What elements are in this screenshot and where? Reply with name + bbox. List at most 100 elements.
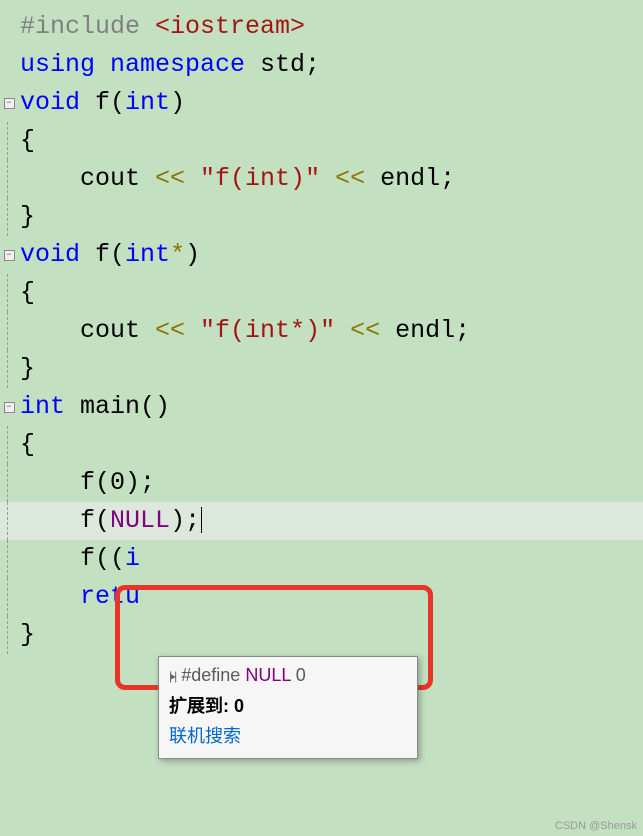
string-literal: "f(int*)" xyxy=(200,316,335,345)
keyword-int: int xyxy=(125,240,170,269)
function-call: f xyxy=(80,544,95,573)
indent xyxy=(20,544,80,573)
paren: ( xyxy=(95,506,110,535)
define-keyword: #define xyxy=(181,665,245,685)
identifier: cout xyxy=(80,164,155,193)
function-name: main xyxy=(65,392,140,421)
preproc-directive: #include xyxy=(20,12,155,41)
online-search-link[interactable]: 联机搜索 xyxy=(169,722,407,748)
operator: << xyxy=(320,164,380,193)
code-line[interactable]: f(0); xyxy=(0,464,643,502)
brace: } xyxy=(20,620,35,649)
indent xyxy=(20,164,80,193)
indent-guide xyxy=(7,122,8,160)
code-editor[interactable]: #include <iostream> using namespace std;… xyxy=(0,0,643,654)
code-line-current[interactable]: f(NULL); xyxy=(0,502,643,540)
paren: (( xyxy=(95,544,125,573)
code-line[interactable]: { xyxy=(0,274,643,312)
include-header: <iostream> xyxy=(155,12,305,41)
indent-guide xyxy=(7,502,8,540)
identifier: endl xyxy=(380,164,440,193)
code-line[interactable]: −void f(int) xyxy=(0,84,643,122)
code-line[interactable]: −int main() xyxy=(0,388,643,426)
code-line[interactable]: } xyxy=(0,198,643,236)
indent-guide xyxy=(7,198,8,236)
operator: << xyxy=(155,316,200,345)
expand-label: 扩展到: xyxy=(169,696,234,716)
indent-guide xyxy=(7,616,8,654)
code-line[interactable]: } xyxy=(0,350,643,388)
call-args: (0); xyxy=(95,468,155,497)
code-line[interactable]: using namespace std; xyxy=(0,46,643,84)
keyword-int: int xyxy=(125,88,170,117)
parens: () xyxy=(140,392,170,421)
tooltip-expand-row: 扩展到: 0 xyxy=(169,692,407,718)
indent xyxy=(20,468,80,497)
paren: ) xyxy=(170,88,185,117)
function-call: f xyxy=(80,468,95,497)
paren: ( xyxy=(110,240,125,269)
indent-guide xyxy=(7,160,8,198)
code-line[interactable]: { xyxy=(0,122,643,160)
keyword-using: using xyxy=(20,50,95,79)
fold-gutter[interactable]: − xyxy=(0,84,18,122)
operator: * xyxy=(170,240,185,269)
function-name: f xyxy=(80,240,110,269)
play-step-icon: |▸| xyxy=(169,669,175,683)
paren: ) xyxy=(185,240,200,269)
indent-guide xyxy=(7,274,8,312)
keyword-namespace: namespace xyxy=(95,50,245,79)
expand-value: 0 xyxy=(234,696,244,716)
code-line[interactable]: #include <iostream> xyxy=(0,8,643,46)
indent-guide xyxy=(7,464,8,502)
indent-guide xyxy=(7,426,8,464)
fold-minus-icon[interactable]: − xyxy=(4,250,15,261)
fold-gutter[interactable]: − xyxy=(0,236,18,274)
indent xyxy=(20,316,80,345)
indent-guide xyxy=(7,540,8,578)
code-line[interactable]: cout << "f(int*)" << endl; xyxy=(0,312,643,350)
identifier: endl xyxy=(395,316,455,345)
keyword-void: void xyxy=(20,88,80,117)
indent-guide xyxy=(7,350,8,388)
function-call: f xyxy=(80,506,95,535)
text-cursor xyxy=(201,507,202,533)
brace: { xyxy=(20,126,35,155)
watermark: CSDN @Shensk xyxy=(555,820,637,832)
brace: } xyxy=(20,202,35,231)
identifier: cout xyxy=(80,316,155,345)
brace: { xyxy=(20,278,35,307)
paren: ( xyxy=(110,88,125,117)
fold-minus-icon[interactable]: − xyxy=(4,98,15,109)
brace: } xyxy=(20,354,35,383)
keyword-int: int xyxy=(20,392,65,421)
paren-close: ); xyxy=(170,506,200,535)
brace: { xyxy=(20,430,35,459)
code-line[interactable]: −void f(int*) xyxy=(0,236,643,274)
keyword-partial: retu xyxy=(80,582,140,611)
macro-value: 0 xyxy=(291,665,306,685)
code-line[interactable]: { xyxy=(0,426,643,464)
fold-minus-icon[interactable]: − xyxy=(4,402,15,413)
code-line[interactable]: } xyxy=(0,616,643,654)
semicolon: ; xyxy=(440,164,455,193)
function-name: f xyxy=(80,88,110,117)
code-line[interactable]: f((i xyxy=(0,540,643,578)
tooltip-definition-row: |▸| #define NULL 0 xyxy=(169,665,407,686)
indent xyxy=(20,506,80,535)
operator: << xyxy=(335,316,395,345)
macro-name: NULL xyxy=(245,665,290,685)
semicolon: ; xyxy=(455,316,470,345)
intellisense-tooltip[interactable]: |▸| #define NULL 0 扩展到: 0 联机搜索 xyxy=(158,656,418,759)
indent-guide xyxy=(7,312,8,350)
fold-gutter[interactable]: − xyxy=(0,388,18,426)
code-line[interactable]: cout << "f(int)" << endl; xyxy=(0,160,643,198)
keyword-partial: i xyxy=(125,544,140,573)
keyword-void: void xyxy=(20,240,80,269)
string-literal: "f(int)" xyxy=(200,164,320,193)
identifier: std; xyxy=(245,50,320,79)
indent-guide xyxy=(7,578,8,616)
macro-null: NULL xyxy=(110,506,170,535)
code-line[interactable]: retu xyxy=(0,578,643,616)
indent xyxy=(20,582,80,611)
